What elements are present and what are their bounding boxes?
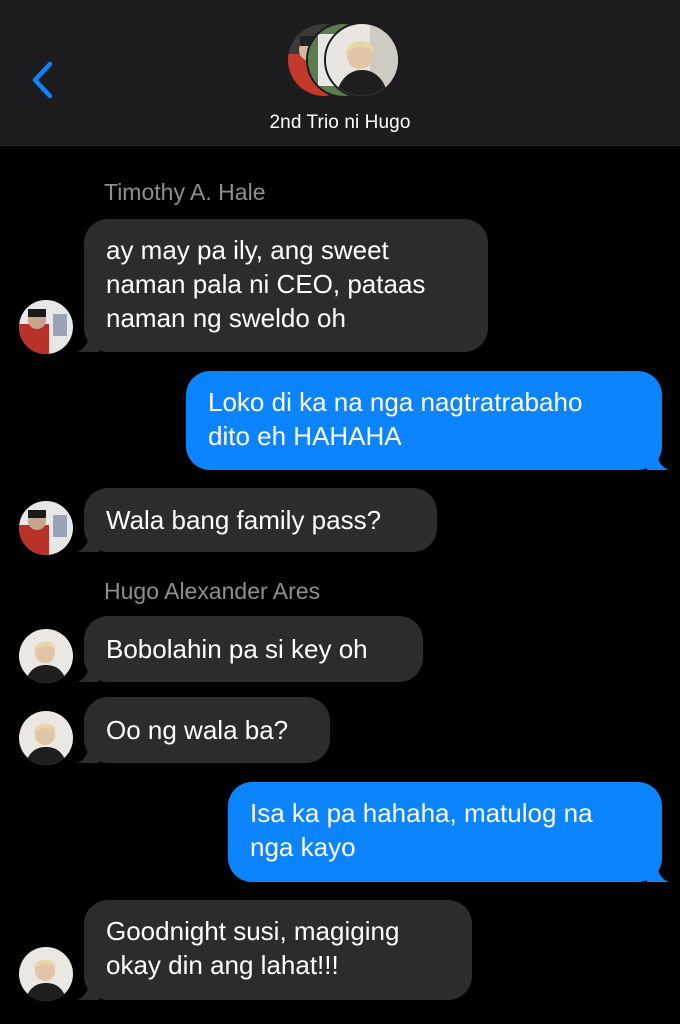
group-name[interactable]: 2nd Trio ni Hugo [0, 112, 680, 134]
message-text: Isa ka pa hahaha, matulog na nga kayo [250, 798, 593, 862]
bubble-tail [77, 330, 99, 352]
avatar-hugo[interactable] [19, 711, 73, 765]
message-bubble-incoming[interactable]: Goodnight susi, magiging okay din ang la… [77, 900, 472, 1000]
message-text: Bobolahin pa si key oh [106, 634, 368, 664]
message-text: Loko di ka na nga nagtratrabaho dito eh … [208, 387, 583, 451]
bubble-tail [647, 448, 669, 470]
group-member-avatar [324, 22, 400, 98]
message-bubble-incoming[interactable]: Oo ng wala ba? [77, 697, 330, 763]
message-bubble-outgoing[interactable]: Isa ka pa hahaha, matulog na nga kayo [228, 782, 669, 882]
bubble-tail [77, 978, 99, 1000]
avatar-timothy[interactable] [19, 501, 73, 555]
avatar-hugo[interactable] [19, 947, 73, 1001]
bubble-tail [77, 741, 99, 763]
group-avatar-stack[interactable] [286, 22, 400, 98]
message-bubble-incoming[interactable]: Bobolahin pa si key oh [77, 616, 423, 682]
avatar-hugo[interactable] [19, 629, 73, 683]
bubble-tail [647, 860, 669, 882]
back-button[interactable] [26, 58, 62, 102]
conversation-header: 2nd Trio ni Hugo [0, 0, 680, 146]
message-text: Wala bang family pass? [106, 505, 382, 535]
avatar-timothy[interactable] [19, 300, 73, 354]
sender-name: Timothy A. Hale [104, 179, 266, 205]
bubble-tail [77, 660, 99, 682]
sender-name: Hugo Alexander Ares [104, 578, 321, 604]
bubble-tail [77, 530, 99, 552]
message-text: Goodnight susi, magiging okay din ang la… [106, 916, 400, 980]
message-text: Oo ng wala ba? [106, 715, 289, 745]
message-bubble-incoming[interactable]: Wala bang family pass? [77, 488, 437, 552]
chevron-left-icon [32, 61, 53, 99]
message-text: ay may pa ily, ang sweet naman pala ni C… [106, 235, 426, 333]
message-bubble-incoming[interactable]: ay may pa ily, ang sweet naman pala ni C… [77, 219, 488, 352]
message-bubble-outgoing[interactable]: Loko di ka na nga nagtratrabaho dito eh … [186, 371, 669, 470]
